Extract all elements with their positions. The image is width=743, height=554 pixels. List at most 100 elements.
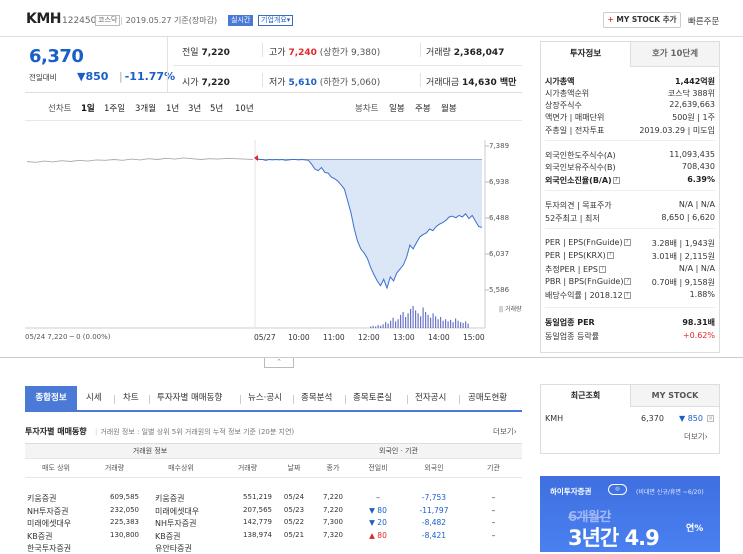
low-value: 5,610 bbox=[288, 78, 317, 88]
col-sell-top: 매도 상위 bbox=[25, 459, 87, 478]
tab-short-selling[interactable]: 공매도현황 bbox=[468, 386, 507, 410]
info-value: N/A | N/A bbox=[678, 200, 715, 209]
period-3year[interactable]: 3년 bbox=[188, 102, 201, 114]
open-label: 시가 bbox=[182, 78, 199, 88]
period-5year[interactable]: 5년 bbox=[210, 102, 223, 114]
candle-weekly[interactable]: 주봉 bbox=[415, 102, 431, 114]
sell-broker[interactable]: KB증권 bbox=[27, 531, 89, 542]
buy-broker[interactable]: 유안타증권 bbox=[155, 543, 233, 554]
x-tick-label: 05/27 bbox=[254, 333, 276, 342]
sell-broker[interactable]: 키움증권 bbox=[27, 493, 89, 504]
info-value: 22,639,663 bbox=[669, 100, 715, 109]
tab-discussion[interactable]: 종목토론실 bbox=[353, 386, 392, 410]
volume-bar bbox=[395, 321, 397, 328]
tab-orderbook-10[interactable]: 호가 10단계 bbox=[630, 42, 719, 67]
realtime-tag[interactable]: 실시간 bbox=[228, 15, 254, 26]
close-price: 7,220 bbox=[322, 493, 344, 501]
plus-icon: + bbox=[607, 15, 614, 24]
recent-more-link[interactable]: 더보기› bbox=[684, 431, 708, 442]
info-value: 1.88% bbox=[689, 290, 715, 299]
info-label: 동일업종 등락률 bbox=[545, 332, 600, 341]
period-3month[interactable]: 3개월 bbox=[135, 102, 156, 114]
investor-desc-text: 거래원 정보 : 일별 상위 5위 거래원의 누적 정보 기준 (20분 지연) bbox=[100, 428, 295, 436]
volume-bar bbox=[385, 322, 387, 328]
help-icon[interactable]: ? bbox=[623, 239, 631, 246]
x-tick-label: 13:00 bbox=[393, 333, 415, 342]
help-icon[interactable]: ? bbox=[598, 266, 606, 273]
volume-bar bbox=[450, 319, 452, 328]
period-1week[interactable]: 1주일 bbox=[104, 102, 125, 114]
candle-monthly[interactable]: 월봉 bbox=[441, 102, 457, 114]
institution-net: – bbox=[491, 493, 496, 502]
amount-label: 거래대금 bbox=[426, 78, 460, 88]
tab-news[interactable]: 뉴스·공시 bbox=[248, 386, 282, 410]
info-label: 외국인보유주식수(B) bbox=[545, 163, 616, 172]
info-row: 주총일 | 전자투표 2019.03.29 | 미도입 bbox=[545, 125, 715, 136]
volume-bar bbox=[372, 325, 374, 328]
help-icon[interactable]: ? bbox=[623, 292, 631, 299]
recent-stock-name[interactable]: KMH bbox=[545, 414, 563, 423]
tab-mystock[interactable]: MY STOCK bbox=[630, 385, 719, 407]
tab-quote[interactable]: 시세 bbox=[86, 386, 102, 410]
volume-bar bbox=[400, 314, 402, 328]
help-icon[interactable]: ? bbox=[612, 177, 620, 184]
tab-summary[interactable]: 종합정보 bbox=[25, 386, 77, 410]
chart-collapse-button[interactable]: ⌃ bbox=[264, 358, 294, 368]
tab-disclosure[interactable]: 전자공시 bbox=[415, 386, 446, 410]
remove-icon[interactable]: × bbox=[707, 415, 714, 422]
investor-more-link[interactable]: 더보기› bbox=[493, 426, 517, 437]
help-icon[interactable]: ? bbox=[624, 278, 632, 285]
institution-net: – bbox=[491, 505, 496, 515]
candle-daily[interactable]: 일봉 bbox=[389, 102, 405, 114]
stock-code: 122450 bbox=[62, 16, 97, 26]
volume-bar bbox=[407, 313, 409, 328]
sell-volume: 225,383 bbox=[110, 518, 139, 526]
recent-stock-change: ▼ 850 bbox=[679, 414, 703, 423]
info-label: 외국인소진율(B/A)? bbox=[545, 175, 620, 186]
col-institution: 기관 bbox=[465, 459, 522, 478]
period-1day[interactable]: 1일 bbox=[81, 102, 95, 114]
period-1year[interactable]: 1년 bbox=[166, 102, 179, 114]
trade-date: 05/22 bbox=[283, 518, 305, 526]
tab-chart[interactable]: 차트 bbox=[123, 386, 139, 410]
chevron-up-icon: ⌃ bbox=[276, 358, 282, 366]
chart-period-bar: 선차트 1일 1주일 3개월 1년 3년 5년 10년 봉차트 일봉 주봉 월봉 bbox=[25, 93, 522, 121]
volume-bar bbox=[380, 325, 382, 328]
info-row: 외국인보유주식수(B) 708,430 bbox=[545, 162, 715, 173]
tab-investor-trading[interactable]: 투자자별 매매동향 bbox=[157, 386, 222, 410]
line-chart-label: 선차트 bbox=[48, 104, 72, 114]
info-value: 6.39% bbox=[687, 175, 715, 184]
volume-bar bbox=[412, 306, 414, 328]
close-price: 7,300 bbox=[322, 518, 344, 526]
ad-banner[interactable]: 하이투자증권 ◎ (비대면 신규/휴면 ~6/20) 6개월간 3년간 4.9 … bbox=[540, 476, 720, 552]
sell-broker[interactable]: NH투자증권 bbox=[27, 506, 89, 517]
col-date: 날짜 bbox=[275, 459, 313, 478]
tab-recent[interactable]: 최근조회 bbox=[541, 385, 630, 407]
tab-investment-info[interactable]: 투자정보 bbox=[541, 42, 630, 67]
quick-order-link[interactable]: 빠른주문 bbox=[688, 15, 719, 27]
volume-bar bbox=[460, 322, 462, 328]
investor-title: 투자자별 매매동향 bbox=[25, 427, 87, 436]
high-value: 7,240 bbox=[288, 48, 317, 58]
side-tabs: 투자정보 호가 10단계 bbox=[541, 42, 719, 67]
tab-analysis[interactable]: 종목분석 bbox=[301, 386, 332, 410]
price-diff-value: 80 bbox=[377, 505, 387, 515]
x-tick-label: 15:00 bbox=[463, 333, 485, 342]
company-overview-button[interactable]: 기업개요▾ bbox=[258, 15, 294, 26]
info-value: 3.28배 | 1,943원 bbox=[651, 239, 715, 248]
volume-label: || 거래량 bbox=[499, 306, 522, 313]
add-mystock-button[interactable]: + MY STOCK 추가 bbox=[603, 12, 681, 28]
price-chart[interactable]: 7,389 6,938 6,488 6,037 5,586 || 거래량 05/… bbox=[25, 140, 522, 345]
upper-limit: (상한가 9,380) bbox=[319, 48, 381, 58]
top-bar: KMH 122450 코스닥 | 2019.05.27 기준(장마감) 실시간 기… bbox=[0, 0, 743, 37]
volume-bar bbox=[432, 313, 434, 328]
info-value: 코스닥 388위 bbox=[667, 89, 715, 98]
info-row: 동일업종 PER 98.31배 bbox=[545, 317, 715, 328]
date-value: 2019.05.27 기준(장마감) bbox=[125, 16, 218, 25]
period-10year[interactable]: 10년 bbox=[235, 102, 254, 114]
date-divider: | bbox=[120, 16, 123, 25]
sell-broker[interactable]: 한국투자증권 bbox=[27, 543, 89, 554]
sell-broker[interactable]: 미래에셋대우 bbox=[27, 518, 89, 529]
volume-bar bbox=[437, 319, 439, 328]
help-icon[interactable]: ? bbox=[606, 252, 614, 259]
